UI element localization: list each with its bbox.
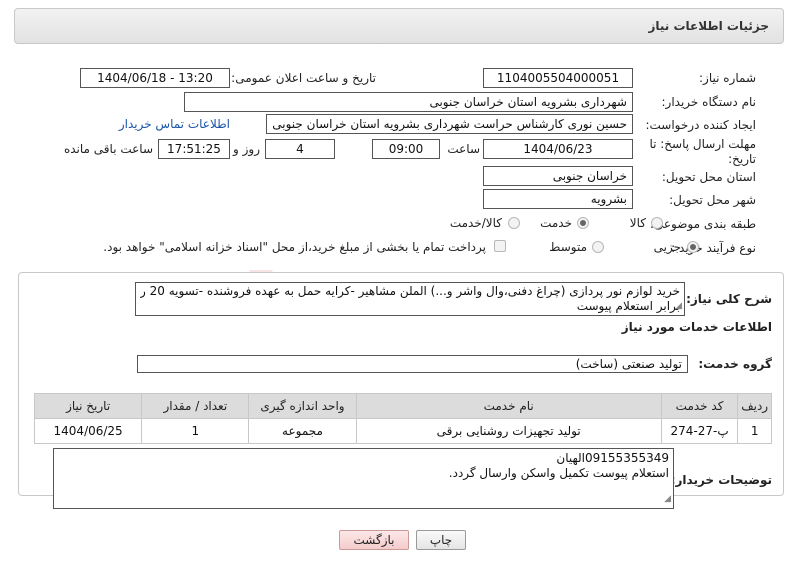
deadline-time-label: ساعت — [447, 142, 480, 156]
table-row[interactable]: 1 پ-27-274 تولید تجهیزات روشنایی برقی مج… — [33, 418, 772, 444]
creator-field[interactable]: حسین نوری کارشناس حراست شهرداری بشرویه ا… — [266, 114, 633, 134]
need-summary-label: شرح کلی نیاز: — [686, 292, 772, 306]
deadline-time-field[interactable]: 09:00 — [372, 139, 440, 159]
process-option-partial: جزیی — [653, 240, 681, 254]
col-service-code: کد خدمت — [660, 393, 739, 419]
treasury-payment-note: پرداخت تمام یا بخشی از مبلغ خرید،از محل … — [103, 240, 486, 254]
page-title: جزئیات اطلاعات نیاز — [648, 19, 769, 33]
buyer-contact-link[interactable]: اطلاعات تماس خریدار — [119, 117, 230, 131]
days-remaining-field[interactable]: 4 — [265, 139, 335, 159]
cell-unit: مجموعه — [248, 418, 357, 444]
page-header: جزئیات اطلاعات نیاز — [14, 8, 784, 44]
category-option-goods-service: کالا/خدمت — [449, 216, 502, 230]
cell-need-date: 1404/06/25 — [33, 418, 143, 444]
remaining-time-label: ساعت باقی مانده — [63, 142, 153, 156]
category-radio-goods[interactable] — [651, 217, 663, 229]
resize-grip-icon[interactable]: ◢ — [675, 299, 682, 314]
deadline-date-label: تاریخ: — [728, 152, 756, 166]
services-title: اطلاعات خدمات مورد نیاز — [621, 320, 772, 334]
table-header-row: ردیف کد خدمت نام خدمت واحد اندازه گیری ت… — [33, 393, 772, 419]
deadline-date-field[interactable]: 1404/06/23 — [483, 139, 633, 159]
category-label: طبقه بندی موضوعی: — [649, 217, 756, 231]
creator-label: ایجاد کننده درخواست: — [645, 118, 756, 132]
col-need-date: تاریخ نیاز — [33, 393, 143, 419]
service-group-field[interactable]: تولید صنعتی (ساخت) — [137, 355, 688, 373]
buyer-notes-line-1: 09155355349الهیان — [556, 451, 669, 465]
need-number-label: شماره نیاز: — [699, 71, 756, 85]
need-summary-line-1: خرید لوازم نور پردازی (چراغ دفنی،وال واش… — [140, 284, 680, 298]
need-summary-line-2: برابر استعلام پیوست — [576, 299, 680, 313]
cell-row-number: 1 — [737, 418, 772, 444]
city-field[interactable]: بشرویه — [483, 189, 633, 209]
announce-datetime-field[interactable]: 1404/06/18 - 13:20 — [80, 68, 230, 88]
province-label: استان محل تحویل: — [661, 170, 756, 184]
resize-grip-icon[interactable]: ◢ — [664, 492, 671, 507]
cell-service-code: پ-27-274 — [660, 418, 739, 444]
process-radio-medium[interactable] — [592, 241, 604, 253]
buyer-notes-line-2: استعلام پیوست تکمیل واسکن وارسال گردد. — [448, 466, 669, 480]
buyer-org-field[interactable]: شهرداری بشرویه استان خراسان جنوبی — [184, 92, 633, 112]
cell-service-name: تولید تجهیزات روشنایی برقی — [355, 418, 662, 444]
city-label: شهر محل تحویل: — [669, 193, 756, 207]
need-summary-field[interactable]: خرید لوازم نور پردازی (چراغ دفنی،وال واش… — [135, 282, 685, 316]
category-radio-goods-service[interactable] — [508, 217, 520, 229]
need-number-field[interactable]: 1104005504000051 — [483, 68, 633, 88]
print-button[interactable]: چاپ — [416, 530, 466, 550]
days-label: روز و — [233, 142, 260, 156]
remaining-time-field[interactable]: 17:51:25 — [158, 139, 230, 159]
col-row-number: ردیف — [737, 393, 772, 419]
col-service-name: نام خدمت — [355, 393, 662, 419]
process-option-medium: متوسط — [549, 240, 587, 254]
buyer-notes-field[interactable]: 09155355349الهیان استعلام پیوست تکمیل وا… — [53, 448, 674, 509]
process-type-label: نوع فرآیند خرید : — [671, 241, 756, 255]
category-radio-service[interactable] — [577, 217, 589, 229]
process-radio-partial[interactable] — [687, 241, 699, 253]
services-table: ردیف کد خدمت نام خدمت واحد اندازه گیری ت… — [33, 393, 772, 444]
category-option-service: خدمت — [540, 216, 572, 230]
cell-quantity: 1 — [141, 418, 250, 444]
buyer-notes-label: توضیحات خریدار: — [670, 473, 772, 487]
buyer-org-label: نام دستگاه خریدار: — [661, 95, 757, 109]
back-button[interactable]: بازگشت — [339, 530, 409, 550]
treasury-payment-checkbox[interactable] — [494, 240, 506, 252]
province-field[interactable]: خراسان جنوبی — [483, 166, 633, 186]
col-unit: واحد اندازه گیری — [248, 393, 357, 419]
deadline-label: مهلت ارسال پاسخ: تا — [649, 137, 756, 151]
service-group-label: گروه خدمت: — [698, 357, 772, 371]
col-quantity: تعداد / مقدار — [141, 393, 250, 419]
announce-label: تاریخ و ساعت اعلان عمومی: — [231, 71, 376, 85]
category-option-goods: کالا — [629, 216, 646, 230]
